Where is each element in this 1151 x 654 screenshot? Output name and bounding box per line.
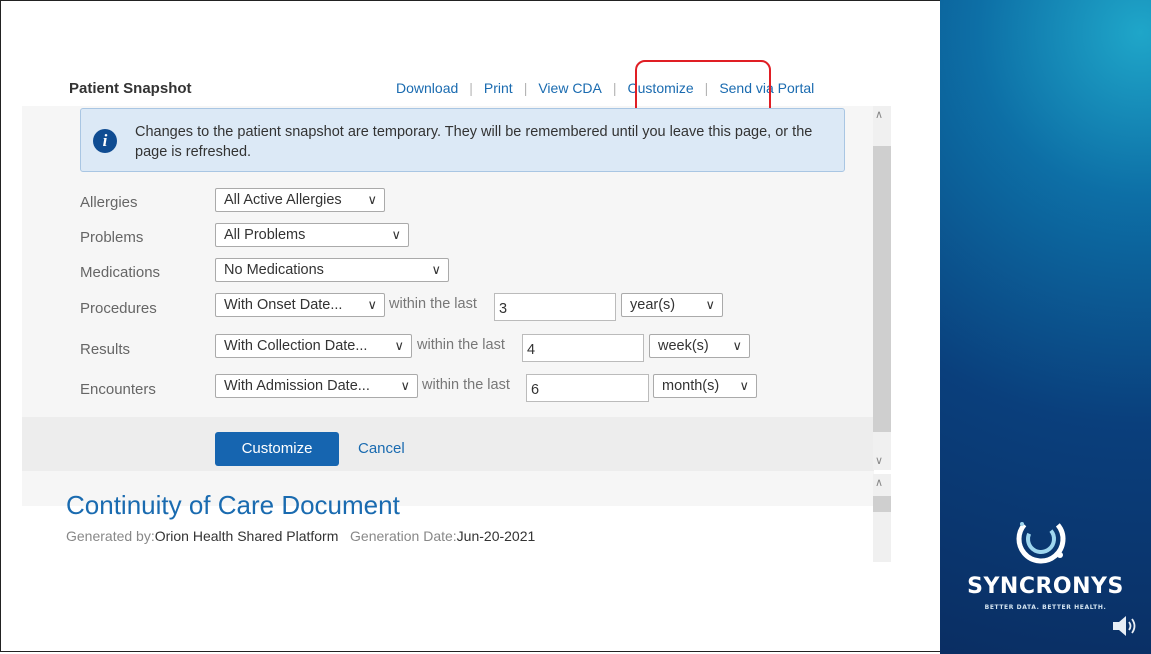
view-cda-link[interactable]: View CDA	[538, 80, 602, 96]
results-filter-value: With Collection Date...	[224, 338, 368, 354]
chevron-down-icon[interactable]: ∨	[875, 454, 883, 467]
chevron-down-icon: ∨	[705, 297, 715, 312]
medications-select[interactable]: No Medications ∨	[215, 258, 449, 282]
snapshot-scrollbar[interactable]: ∧ ∨	[873, 106, 891, 470]
cancel-link[interactable]: Cancel	[358, 440, 405, 457]
encounters-number-input[interactable]: 6	[526, 374, 649, 402]
print-link[interactable]: Print	[484, 80, 513, 96]
divider: |	[612, 80, 617, 96]
document-scrollbar[interactable]: ∧	[873, 474, 891, 562]
scroll-thumb[interactable]	[873, 146, 891, 432]
chevron-up-icon[interactable]: ∧	[875, 108, 883, 121]
problems-select[interactable]: All Problems ∨	[215, 223, 409, 247]
within-label: within the last	[389, 296, 477, 312]
procedures-filter-select[interactable]: With Onset Date... ∨	[215, 293, 385, 317]
chevron-down-icon: ∨	[367, 192, 377, 207]
problems-label: Problems	[80, 229, 144, 246]
chevron-up-icon[interactable]: ∧	[875, 476, 883, 489]
syncronys-logo-icon	[1016, 514, 1066, 564]
panel-footer	[22, 417, 874, 471]
allergies-select-value: All Active Allergies	[224, 192, 342, 208]
allergies-label: Allergies	[80, 194, 138, 211]
chevron-down-icon: ∨	[732, 338, 742, 353]
procedures-unit-select[interactable]: year(s) ∨	[621, 293, 723, 317]
patient-snapshot-app: Patient Snapshot Download | Print | View CDA…	[22, 60, 892, 562]
download-link[interactable]: Download	[396, 80, 458, 96]
generated-by-value: Orion Health Shared Platform	[154, 528, 339, 544]
procedures-unit-value: year(s)	[630, 297, 676, 313]
page-title: Patient Snapshot	[69, 80, 192, 97]
chevron-down-icon: ∨	[394, 338, 404, 353]
results-filter-select[interactable]: With Collection Date... ∨	[215, 334, 412, 358]
document-meta: Generated by:Orion Health Shared Platfor…	[66, 528, 535, 544]
info-message: Changes to the patient snapshot are temp…	[135, 124, 813, 160]
info-icon: i	[93, 129, 117, 153]
info-alert: i Changes to the patient snapshot are te…	[80, 108, 845, 172]
divider: |	[523, 80, 528, 96]
brand-tagline: BETTER DATA. BETTER HEALTH.	[984, 604, 1107, 611]
encounters-label: Encounters	[80, 381, 156, 398]
allergies-select[interactable]: All Active Allergies ∨	[215, 188, 385, 212]
procedures-label: Procedures	[80, 300, 157, 317]
chevron-down-icon: ∨	[367, 297, 377, 312]
document-title: Continuity of Care Document	[66, 490, 400, 520]
generation-date-label: Generation Date:	[350, 528, 457, 544]
results-label: Results	[80, 341, 131, 358]
snapshot-header: Patient Snapshot Download | Print | View CDA…	[58, 60, 892, 128]
within-label: within the last	[417, 337, 505, 353]
within-label: within the last	[422, 377, 510, 393]
problems-select-value: All Problems	[224, 227, 306, 243]
chevron-down-icon: ∨	[431, 262, 441, 277]
results-unit-select[interactable]: week(s) ∨	[649, 334, 750, 358]
procedures-number-input[interactable]: 3	[494, 293, 616, 321]
generated-by-label: Generated by:	[66, 528, 155, 544]
speaker-icon[interactable]	[1111, 614, 1139, 638]
medications-label: Medications	[80, 264, 161, 281]
scroll-thumb[interactable]	[873, 496, 891, 512]
generation-date-value: Jun-20-2021	[456, 528, 536, 544]
divider: |	[469, 80, 473, 96]
encounters-unit-select[interactable]: month(s) ∨	[653, 374, 757, 398]
brand-name: SYNCRONYS	[967, 574, 1124, 599]
chevron-down-icon: ∨	[391, 227, 401, 242]
encounters-filter-select[interactable]: With Admission Date... ∨	[215, 374, 418, 398]
chevron-down-icon: ∨	[739, 378, 749, 393]
encounters-unit-value: month(s)	[662, 378, 720, 394]
encounters-filter-value: With Admission Date...	[224, 378, 370, 394]
procedures-filter-value: With Onset Date...	[224, 297, 343, 313]
chevron-down-icon: ∨	[400, 378, 410, 393]
brand-panel: SYNCRONYS BETTER DATA. BETTER HEALTH.	[940, 0, 1151, 654]
results-unit-value: week(s)	[658, 338, 709, 354]
customize-button[interactable]: Customize	[215, 432, 339, 466]
results-number-input[interactable]: 4	[522, 334, 644, 362]
medications-select-value: No Medications	[224, 262, 324, 278]
